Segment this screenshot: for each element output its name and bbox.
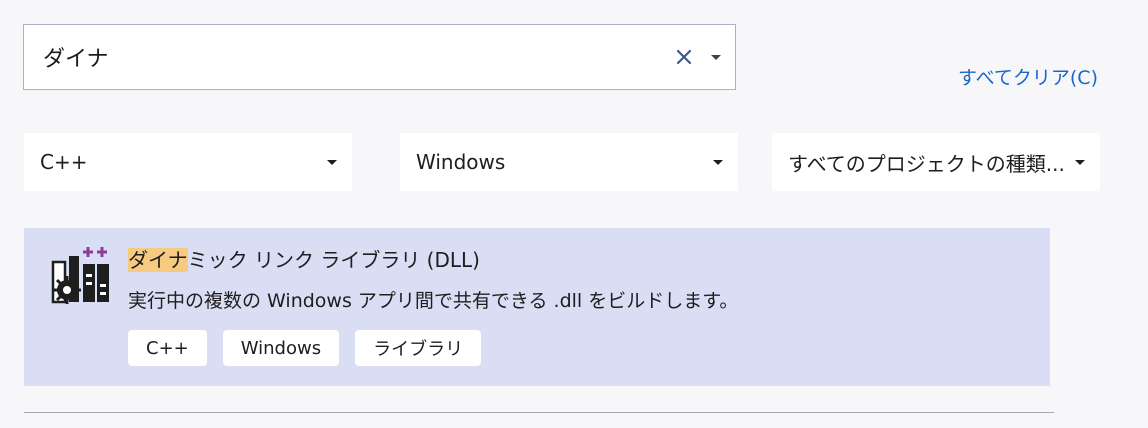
divider [24,412,1054,413]
clear-all-link[interactable]: すべてクリア(C) [958,63,1098,90]
template-title-rest: ミック リンク ライブラリ (DLL) [187,248,480,272]
template-search-box [23,24,736,90]
platform-filter-dropdown[interactable]: Windows [400,133,738,191]
close-icon [676,49,692,65]
chevron-down-icon [327,159,337,165]
template-search-input[interactable] [24,25,667,89]
chevron-down-icon [1075,159,1085,165]
language-filter-label: C++ [40,150,88,174]
template-title: ダイナミック リンク ライブラリ (DLL) [128,244,480,273]
search-match-highlight: ダイナ [128,248,188,272]
tag-platform: Windows [222,330,340,366]
template-description: 実行中の複数の Windows アプリ間で共有できる .dll をビルドします。 [128,290,739,312]
dll-library-icon [51,247,109,304]
language-filter-dropdown[interactable]: C++ [24,133,352,191]
search-history-dropdown-button[interactable] [701,37,731,77]
tag-project-type: ライブラリ [355,330,482,366]
clear-search-button[interactable] [667,37,701,77]
chevron-down-icon [713,159,723,165]
caret-down-icon [711,54,721,60]
template-tags: C++ Windows ライブラリ [128,330,482,366]
template-list-item[interactable]: ダイナミック リンク ライブラリ (DLL) 実行中の複数の Windows ア… [24,228,1050,386]
project-type-filter-label: すべてのプロジェクトの種類... [788,151,1065,176]
platform-filter-label: Windows [416,150,506,174]
tag-language: C++ [128,330,207,366]
project-type-filter-dropdown[interactable]: すべてのプロジェクトの種類... [772,133,1100,191]
new-project-template-search: すべてクリア(C) C++ Windows すべてのプロジェクトの種類... [0,0,1148,428]
